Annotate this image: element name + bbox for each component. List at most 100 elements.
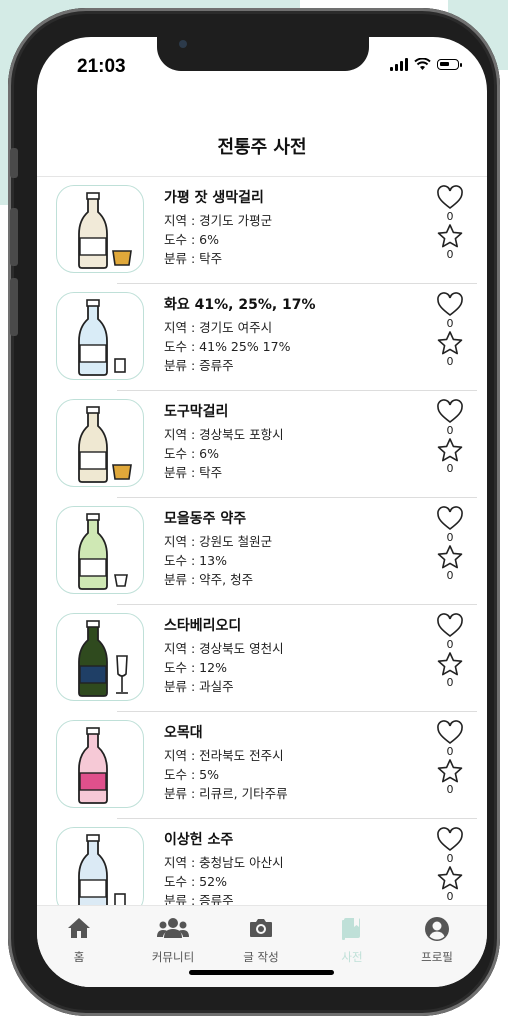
community-icon [133, 916, 213, 946]
like-count: 0 [446, 210, 454, 223]
tab-camera[interactable]: 글 작성 [221, 916, 301, 965]
bottle-image [56, 185, 144, 273]
list-item[interactable]: 화요 41%, 25%, 17% 지역 : 경기도 여주시 도수 : 41% 25%… [37, 284, 487, 391]
tab-home[interactable]: 홈 [39, 916, 119, 965]
item-name: 오목대 [164, 725, 203, 741]
star-icon[interactable] [436, 330, 464, 356]
tab-label: 홈 [73, 950, 85, 964]
item-actions: 00 [435, 292, 465, 368]
bottle-image [56, 613, 144, 701]
item-name: 화요 41%, 25%, 17% [164, 297, 316, 313]
status-time: 21:03 [77, 56, 126, 77]
item-info: 모을동주 약주지역 : 강원도 철원군도수 : 13% 분류 : 약주, 청주 [164, 508, 272, 589]
heart-icon[interactable] [436, 827, 464, 853]
like-count: 0 [446, 852, 454, 865]
like-count: 0 [446, 424, 454, 437]
item-region: 지역 : 전라북도 전주시 [164, 748, 284, 763]
list-item[interactable]: 도구막걸리 지역 : 경상북도 포항시 도수 : 6% 분류 : 탁주 0 0 [37, 391, 487, 498]
wifi-icon [414, 57, 431, 70]
item-category: 분류 : 증류주 [164, 358, 234, 373]
signal-icon [390, 57, 408, 71]
favorite-count: 0 [446, 676, 454, 689]
item-region: 지역 : 경상북도 포항시 [164, 427, 284, 442]
list-item[interactable]: 오목대 지역 : 전라북도 전주시 도수 : 5% 분류 : 리큐르, 기타주류 0 0 [37, 712, 487, 819]
item-abv: 도수 : 13% [164, 553, 227, 568]
tab-label: 사전 [341, 950, 363, 964]
star-icon[interactable] [436, 758, 464, 784]
item-name: 모을동주 약주 [164, 511, 247, 527]
star-icon[interactable] [436, 544, 464, 570]
item-info: 도구막걸리지역 : 경상북도 포항시도수 : 6% 분류 : 탁주 [164, 401, 284, 482]
star-icon[interactable] [436, 651, 464, 677]
item-name: 도구막걸리 [164, 404, 229, 420]
camera-dot [179, 40, 187, 48]
book-icon [312, 916, 392, 946]
battery-icon [437, 58, 462, 70]
bottle-image [56, 506, 144, 594]
tab-profile[interactable]: 프로필 [397, 916, 477, 965]
item-category: 분류 : 약주, 청주 [164, 572, 254, 587]
item-abv: 도수 : 12% [164, 660, 227, 675]
star-icon[interactable] [436, 223, 464, 249]
tab-label: 커뮤니티 [151, 950, 195, 964]
tab-community[interactable]: 커뮤니티 [133, 916, 213, 965]
item-abv: 도수 : 5% [164, 767, 219, 782]
favorite-count: 0 [446, 355, 454, 368]
heart-icon[interactable] [436, 506, 464, 532]
item-info: 스타베리오디 지역 : 경상북도 영천시 도수 : 12% 분류 : 과실주 [164, 615, 284, 696]
heart-icon[interactable] [436, 720, 464, 746]
bottle-image [56, 292, 144, 380]
list-item[interactable]: 스타베리오디 지역 : 경상북도 영천시 도수 : 12% 분류 : 과실주 0 0 [37, 605, 487, 712]
list-item[interactable]: 가평 잣 생막걸리 지역 : 경기도 가평군 도수 : 6% 분류 : 탁주 0 0 [37, 177, 487, 284]
item-abv: 도수 : 6% [164, 446, 219, 461]
like-count: 0 [446, 638, 454, 651]
item-actions: 00 [435, 506, 465, 582]
home-icon [39, 916, 119, 946]
like-count: 0 [446, 317, 454, 330]
item-actions: 00 [435, 827, 465, 903]
app-screen: 21:03 전통주 사전 가평 잣 생막걸리 지역 : 경기도 가평군 도수 : 6… [37, 37, 487, 987]
item-info: 오목대지역 : 전라북도 전주시도수 : 5% 분류 : 리큐르, 기타주류 [164, 722, 288, 803]
favorite-count: 0 [446, 569, 454, 582]
item-name: 이상헌 소주 [164, 832, 234, 848]
like-count: 0 [446, 531, 454, 544]
item-info: 화요 41%, 25%, 17% 지역 : 경기도 여주시 도수 : 41% 25%… [164, 294, 316, 375]
like-count: 0 [446, 745, 454, 758]
favorite-count: 0 [446, 248, 454, 261]
heart-icon[interactable] [436, 185, 464, 211]
item-actions: 00 [435, 720, 465, 796]
item-name: 스타베리오디 [164, 618, 242, 634]
star-icon[interactable] [436, 865, 464, 891]
profile-icon [397, 916, 477, 946]
favorite-count: 0 [446, 783, 454, 796]
phone-volume-down [10, 278, 18, 336]
tab-label: 프로필 [421, 950, 453, 964]
phone-silent-switch [10, 148, 18, 178]
star-icon[interactable] [436, 437, 464, 463]
item-category: 분류 : 탁주 [164, 465, 223, 480]
phone-volume-up [10, 208, 18, 266]
tab-label: 글 작성 [243, 950, 279, 964]
item-info: 이상헌 소주 지역 : 충청남도 아산시 도수 : 52% 분류 : 증류주 [164, 829, 284, 910]
home-indicator[interactable] [189, 970, 334, 975]
heart-icon[interactable] [436, 292, 464, 318]
item-category: 분류 : 리큐르, 기타주류 [164, 786, 288, 801]
item-actions: 00 [435, 613, 465, 689]
item-name: 가평 잣 생막걸리 [164, 190, 264, 206]
favorite-count: 0 [446, 462, 454, 475]
heart-icon[interactable] [436, 613, 464, 639]
item-info: 가평 잣 생막걸리 지역 : 경기도 가평군 도수 : 6% 분류 : 탁주 [164, 187, 272, 268]
item-region: 지역 : 경상북도 영천시 [164, 641, 284, 656]
item-abv: 도수 : 41% 25% 17% [164, 339, 291, 354]
item-region: 지역 : 충청남도 아산시 [164, 855, 284, 870]
tab-book[interactable]: 사전 [312, 916, 392, 965]
heart-icon[interactable] [436, 399, 464, 425]
notch [157, 37, 369, 71]
item-abv: 도수 : 6% [164, 232, 219, 247]
item-region: 지역 : 강원도 철원군 [164, 534, 273, 549]
camera-icon [221, 916, 301, 946]
bottle-image [56, 827, 144, 915]
page-title: 전통주 사전 [217, 137, 307, 158]
list-item[interactable]: 모을동주 약주 지역 : 강원도 철원군 도수 : 13% 분류 : 약주, 청주 0 0 [37, 498, 487, 605]
item-actions: 00 [435, 399, 465, 475]
